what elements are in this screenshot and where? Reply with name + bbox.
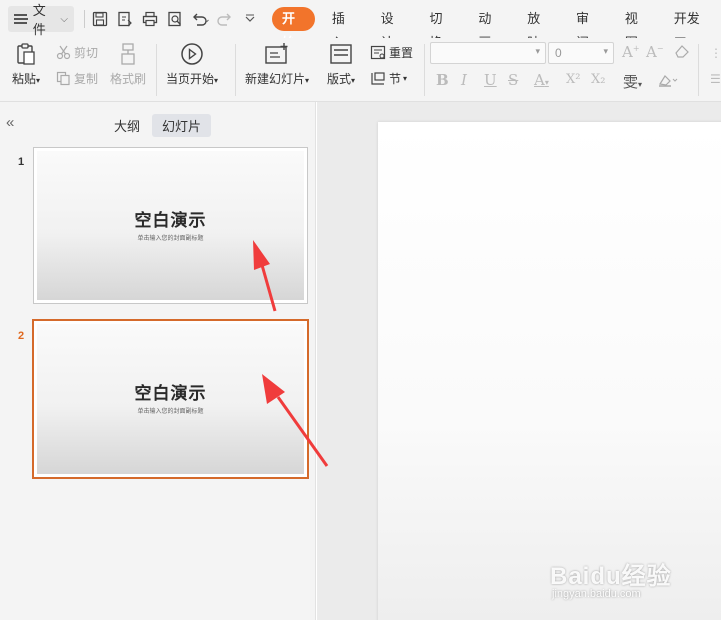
section-label: 节 xyxy=(389,72,402,86)
subscript-icon[interactable]: X₂ xyxy=(591,72,605,87)
hamburger-icon xyxy=(14,14,28,24)
slide-title: 空白演示 xyxy=(134,384,207,403)
play-from-current-label: 当页开始 xyxy=(166,72,215,86)
tab-outline[interactable]: 大纲 xyxy=(104,114,150,137)
slide-number: 2 xyxy=(18,330,25,342)
highlight-icon[interactable] xyxy=(657,73,679,92)
customize-toolbar-icon[interactable] xyxy=(239,8,261,30)
font-color-icon[interactable]: A▾ xyxy=(534,71,549,89)
chevron-down-icon: ▾ xyxy=(603,46,608,56)
tab-design[interactable]: 设计 xyxy=(368,7,417,50)
phonetic-guide-icon[interactable]: 雯▾ xyxy=(623,71,642,92)
divider xyxy=(424,44,425,96)
ribbon-home: 粘贴▾ 剪切 复制 格式刷 当页开始▾ 新建幻灯片▾ 版式▾ 重置 节 ▾ ▾ … xyxy=(0,38,721,102)
chevron-down-icon: ▾ xyxy=(535,46,540,56)
tab-developer[interactable]: 开发工 xyxy=(661,7,721,50)
divider xyxy=(235,44,236,96)
layout-label: 版式 xyxy=(327,72,352,86)
slide-thumbnail-preview: 空白演示 单击输入您的封面副标题 xyxy=(37,324,304,474)
decrease-font-icon[interactable]: A− xyxy=(646,43,664,61)
increase-font-icon[interactable]: A+ xyxy=(622,43,640,61)
slide-title: 空白演示 xyxy=(134,211,207,230)
redo-icon[interactable] xyxy=(214,8,236,30)
underline-icon[interactable]: U xyxy=(484,71,497,89)
reset-icon xyxy=(370,45,386,60)
strikethrough-icon[interactable]: S xyxy=(508,71,518,89)
tab-review[interactable]: 审阅 xyxy=(563,7,612,50)
format-painter-icon xyxy=(121,43,135,65)
layout-button[interactable]: 版式▾ xyxy=(327,42,355,87)
slide-panel: « 大纲 幻灯片 1 空白演示 单击输入您的封面副标题 2 空白演示 单击输入您… xyxy=(0,102,316,620)
format-painter-label: 格式刷 xyxy=(110,72,147,86)
bold-icon[interactable]: B xyxy=(436,71,449,89)
copy-label: 复制 xyxy=(74,72,99,86)
eraser-icon[interactable] xyxy=(674,44,690,63)
slide-thumbnail-preview: 空白演示 单击输入您的封面副标题 xyxy=(37,151,304,300)
quick-access-toolbar xyxy=(82,8,264,30)
bullets-icon[interactable]: ⋮ xyxy=(710,46,721,60)
tab-view[interactable]: 视图 xyxy=(612,7,661,50)
play-from-current-button[interactable]: 当页开始▾ xyxy=(166,42,218,87)
undo-icon[interactable] xyxy=(189,8,211,30)
chevron-down-icon: ⌵ xyxy=(60,13,68,25)
cut-button[interactable]: 剪切 xyxy=(56,44,98,61)
font-family-select[interactable]: ▾ xyxy=(430,42,546,64)
divider xyxy=(698,44,699,96)
slide-editing-area xyxy=(317,102,721,620)
menu-bar: 文件 ⌵ 开 插 设 切 动 放 审 视 开发 xyxy=(0,0,721,50)
paste-label: 粘贴 xyxy=(12,72,37,86)
paste-button[interactable]: 粘贴▾ xyxy=(12,42,40,87)
cut-label: 剪切 xyxy=(74,46,99,60)
copy-icon xyxy=(56,71,70,86)
tab-transitions[interactable]: 切换 xyxy=(417,7,466,50)
slide-thumbnail[interactable]: 空白演示 单击输入您的封面副标题 xyxy=(33,147,308,304)
reset-label: 重置 xyxy=(389,46,414,60)
scissors-icon xyxy=(56,45,71,60)
save-icon[interactable] xyxy=(89,8,111,30)
print-icon[interactable] xyxy=(139,8,161,30)
new-slide-label: 新建幻灯片 xyxy=(245,72,306,86)
clipboard-icon xyxy=(17,43,35,65)
export-pdf-icon[interactable] xyxy=(114,8,136,30)
slide-subtitle: 单击输入您的封面副标题 xyxy=(137,236,204,242)
slide-canvas[interactable] xyxy=(378,122,721,620)
font-size-select[interactable]: 0 ▾ xyxy=(548,42,614,64)
tab-slideshow[interactable]: 放映 xyxy=(514,7,563,50)
font-size-value: 0 xyxy=(555,46,562,60)
superscript-icon[interactable]: X² xyxy=(566,72,580,87)
file-menu-label: 文件 xyxy=(32,3,46,37)
ribbon-tabs: 开始 插入 设计 切换 动画 放映 审阅 视图 开发工 xyxy=(271,7,721,50)
new-slide-button[interactable]: 新建幻灯片▾ xyxy=(245,42,309,87)
slide-thumbnail-selected[interactable]: 空白演示 单击输入您的封面副标题 xyxy=(32,319,309,479)
tab-animations[interactable]: 动画 xyxy=(465,7,514,50)
tab-home[interactable]: 开始 xyxy=(271,7,315,50)
format-painter-button[interactable]: 格式刷 xyxy=(110,42,146,87)
watermark-url: jingyan.baidu.com xyxy=(552,588,641,600)
tab-slides[interactable]: 幻灯片 xyxy=(152,114,212,137)
slide-subtitle: 单击输入您的封面副标题 xyxy=(137,409,204,415)
divider xyxy=(156,44,157,96)
italic-icon[interactable]: I xyxy=(461,71,467,89)
reset-button[interactable]: 重置 xyxy=(370,44,413,61)
slide-number: 1 xyxy=(18,156,25,168)
tab-insert[interactable]: 插入 xyxy=(319,7,368,50)
wps-presentation-window: 文件 ⌵ 开 插 设 切 动 放 审 视 开发 粘贴▾ 剪切 复制 格式刷 当页… xyxy=(0,0,721,620)
new-slide-icon xyxy=(265,43,288,64)
layout-icon xyxy=(330,44,352,64)
baidu-watermark: Baidu经验 jingyan.baidu.com xyxy=(550,548,720,618)
collapse-panel-icon[interactable]: « xyxy=(6,114,14,131)
file-menu-button[interactable]: 文件 ⌵ xyxy=(8,3,74,37)
copy-button[interactable]: 复制 xyxy=(56,70,98,87)
play-icon xyxy=(181,43,203,65)
section-button[interactable]: 节 ▾ xyxy=(370,70,407,87)
watermark-brand: Baidu经验 xyxy=(550,563,672,590)
print-preview-icon[interactable] xyxy=(164,8,186,30)
section-icon xyxy=(371,72,385,85)
divider xyxy=(83,10,85,28)
numbering-icon[interactable]: ☰ xyxy=(710,72,721,86)
